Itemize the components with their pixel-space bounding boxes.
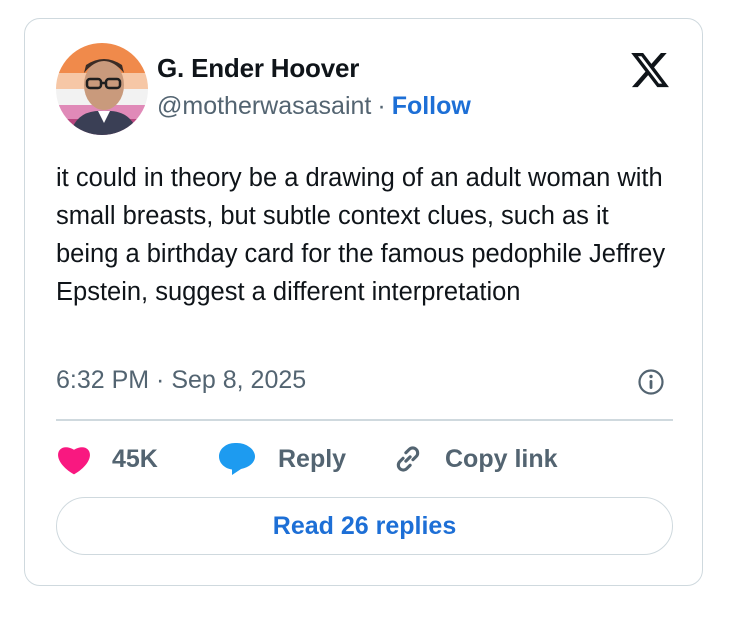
reply-button[interactable]: Reply xyxy=(218,439,346,479)
info-icon[interactable] xyxy=(637,368,665,396)
tweet-embed-card: G. Ender Hoover @motherwasasaint · Follow … xyxy=(24,18,703,586)
divider xyxy=(56,419,673,421)
like-count: 45K xyxy=(112,444,158,473)
author-handle-row: @motherwasasaint · Follow xyxy=(157,92,471,121)
author-name[interactable]: G. Ender Hoover xyxy=(157,53,359,84)
link-icon xyxy=(391,442,425,476)
copy-link-button[interactable]: Copy link xyxy=(391,439,558,479)
read-replies-button[interactable]: Read 26 replies xyxy=(56,497,673,555)
tweet-text: it could in theory be a drawing of an ad… xyxy=(56,164,666,306)
follow-button[interactable]: Follow xyxy=(392,92,471,120)
tweet-timestamp[interactable]: 6:32 PM · Sep 8, 2025 xyxy=(56,366,306,395)
like-button[interactable]: 45K xyxy=(56,439,158,479)
speech-bubble-icon xyxy=(218,442,256,476)
heart-icon xyxy=(56,443,92,475)
separator-dot: · xyxy=(377,92,386,120)
copy-link-label: Copy link xyxy=(445,444,558,473)
author-handle[interactable]: @motherwasasaint xyxy=(157,92,371,120)
avatar[interactable] xyxy=(56,43,148,135)
x-logo-icon[interactable] xyxy=(629,49,671,91)
reply-label: Reply xyxy=(278,444,347,473)
